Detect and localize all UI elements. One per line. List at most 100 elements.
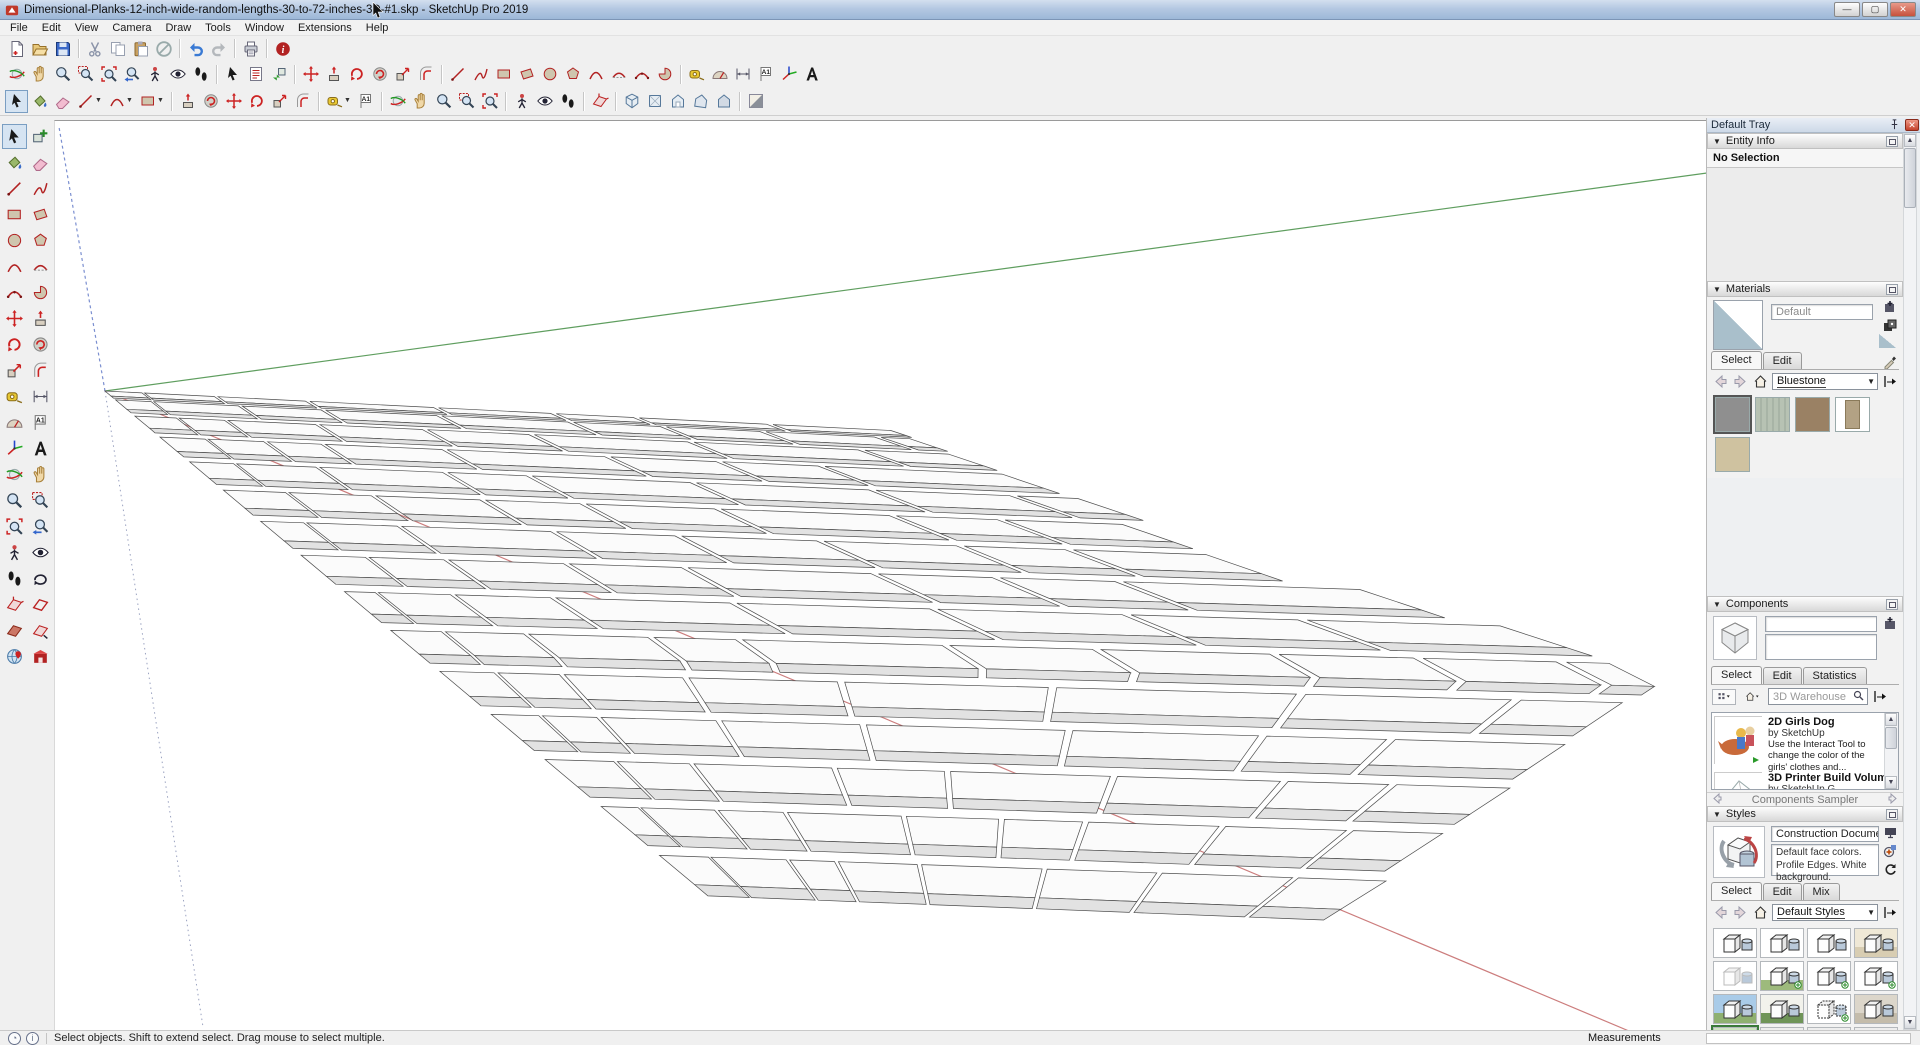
text-button[interactable]: A1 [754,63,777,86]
plank[interactable] [696,482,926,513]
scale-button[interactable] [391,63,414,86]
home-icon[interactable] [1739,689,1765,705]
shadows-button[interactable] [744,90,767,113]
plank[interactable] [427,429,563,452]
maximize-button[interactable]: ▢ [1862,2,1888,17]
paint-bucket-tool-button[interactable] [2,150,27,175]
pan-button[interactable] [409,90,432,113]
drawing-viewport[interactable] [54,120,1707,1031]
home-icon[interactable] [1752,374,1769,390]
protractor-button[interactable] [708,63,731,86]
style-name-field[interactable]: Construction Documentation St [1771,826,1879,842]
style-thumbnail[interactable] [1807,961,1851,991]
select-button[interactable] [5,89,28,113]
plank[interactable] [1357,739,1566,780]
plank[interactable] [721,508,950,541]
create-style-icon[interactable] [1883,844,1897,861]
scroll-thumb[interactable] [1885,727,1897,749]
material-swatch-tan-plank[interactable] [1835,397,1870,432]
plank[interactable] [1000,819,1084,861]
dropdown-arrow-icon[interactable]: ▼ [126,97,133,104]
plank[interactable] [1063,730,1260,772]
styles-collection-combo[interactable]: Default Styles ▼ [1772,904,1878,921]
text-button[interactable]: A1 [354,90,377,113]
tab-select[interactable]: Select [1711,351,1762,369]
create-material-button[interactable] [1883,300,1897,317]
tape-measure-button[interactable] [685,63,708,86]
dimension-tool-button[interactable] [28,384,53,409]
style-thumbnail[interactable] [1760,994,1804,1024]
move-tool-button[interactable] [2,306,27,331]
save-button[interactable] [51,37,74,60]
plank[interactable] [950,771,1111,814]
style-thumbnail[interactable] [1854,961,1898,991]
follow-me-button[interactable] [368,63,391,86]
follow-me-tool-button[interactable] [28,332,53,357]
rotate-tool-button[interactable] [2,332,27,357]
component-list-item[interactable]: 3D Printer Build Volume by SketchUp G... [1714,772,1893,789]
tray-close-button[interactable]: ✕ [1905,119,1919,131]
circle-tool-button[interactable] [2,228,27,253]
materials-header[interactable]: ▼ Materials [1707,281,1903,297]
plank[interactable] [681,535,876,568]
material-swatch-green-gray-stone[interactable] [1755,397,1790,432]
axes-tool-button[interactable] [2,436,27,461]
components-scrollbar[interactable]: ▲ ▼ [1884,713,1898,789]
iso-button[interactable] [620,90,643,113]
material-swatch-beige-stone[interactable] [1715,437,1750,472]
walk-button[interactable] [189,63,212,86]
view-options-icon[interactable] [1712,688,1736,705]
style-desc-field[interactable]: Default face colors. Profile Edges. Whit… [1771,844,1879,883]
entity-info-header[interactable]: ▼ Entity Info [1707,133,1903,149]
style-preview[interactable] [1713,826,1765,878]
select-tool-button[interactable] [1,124,27,149]
zoom-extents-tool-button[interactable] [2,514,27,539]
move-button[interactable] [299,63,322,86]
plank[interactable] [1050,687,1298,728]
freehand-button[interactable] [469,63,492,86]
pie-button[interactable] [653,63,676,86]
menu-window[interactable]: Window [238,21,291,35]
plank[interactable] [103,390,153,401]
back-arrow-icon[interactable] [1712,374,1729,390]
offset-tool-button[interactable] [28,358,53,383]
style-thumbnail[interactable] [1854,928,1898,958]
style-thumbnail[interactable] [1713,928,1757,958]
details-arrow-icon[interactable] [1881,905,1898,921]
plank[interactable] [687,567,933,603]
style-thumbnail[interactable] [1760,961,1804,991]
component-browser-button[interactable] [267,63,290,86]
scale-tool-button[interactable] [2,358,27,383]
plank[interactable] [1102,776,1282,819]
follow-me-button[interactable] [199,90,222,113]
rotated-rectangle-button[interactable] [515,63,538,86]
back-arrow-icon[interactable] [1712,905,1729,921]
tab-select[interactable]: Select [1711,882,1762,900]
3d-text-tool-button[interactable] [28,436,53,461]
component-list-item[interactable]: 2D Girls Dog by SketchUp Use the Interact … [1714,716,1882,773]
material-swatch-gray-stone[interactable] [1713,395,1752,434]
3d-text-button[interactable] [800,63,823,86]
scroll-down-icon[interactable]: ▼ [1885,776,1897,789]
tray-scrollbar[interactable]: ▲ ▼ [1903,133,1917,1030]
offset-button[interactable] [291,90,314,113]
paint-bucket-button[interactable] [28,90,51,113]
paste-button[interactable] [129,37,152,60]
arc-button[interactable]: ▼ [105,90,136,113]
plank[interactable] [786,812,911,856]
arc-tool-button[interactable] [2,254,27,279]
plank[interactable] [1307,619,1593,657]
plank[interactable] [1074,821,1220,865]
eraser-button[interactable] [51,90,74,113]
zoom-button[interactable] [51,63,74,86]
undo-button[interactable] [184,37,207,60]
walk-tool-button[interactable] [2,566,27,591]
walk-button[interactable] [556,90,579,113]
style-thumbnail[interactable] [1854,994,1898,1024]
tape-measure-tool-button[interactable] [2,384,27,409]
menu-help[interactable]: Help [359,21,396,35]
material-swatch-brown-stone[interactable] [1795,397,1830,432]
plank[interactable] [400,525,597,559]
pan-tool-button[interactable] [28,462,53,487]
home-icon[interactable] [1752,905,1769,921]
